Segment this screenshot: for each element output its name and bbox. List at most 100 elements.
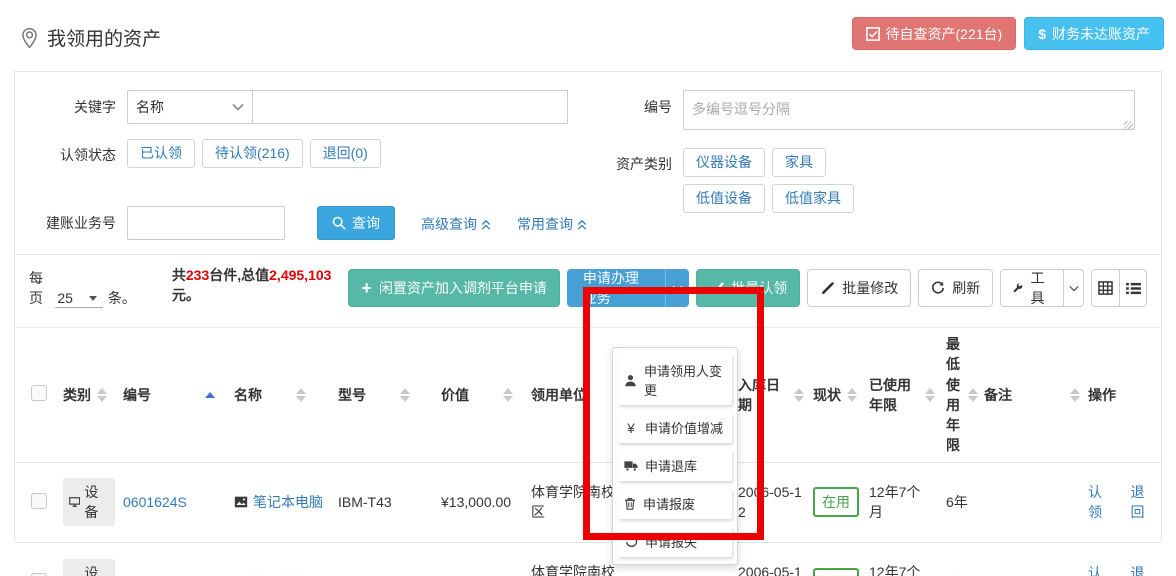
return-action-link[interactable]: 退回 — [1131, 482, 1158, 522]
wrench-icon — [1012, 281, 1023, 296]
claim-action-link[interactable]: 认领 — [1088, 563, 1115, 576]
header-value: 价值 — [441, 385, 469, 405]
status-badge: 在用 — [813, 487, 859, 517]
list-icon — [1126, 282, 1141, 295]
truck-icon — [624, 460, 638, 472]
asset-min-years: 6年 — [946, 494, 968, 510]
total-summary: 共233台件,总值2,495,103元。 — [172, 265, 349, 305]
sort-value[interactable] — [503, 388, 513, 402]
caret-down-icon — [89, 296, 97, 301]
chevron-down-icon — [1069, 285, 1079, 292]
batch-claim-label: 批量认领 — [731, 278, 787, 298]
per-page-select[interactable]: 25 — [55, 290, 103, 308]
header-used-years: 已使用年限 — [869, 375, 919, 416]
dollar-icon: $ — [1038, 26, 1046, 42]
idle-asset-apply-button[interactable]: + 闲置资产加入调剂平台申请 — [348, 269, 560, 307]
user-icon — [624, 374, 637, 387]
menu-item-value-change[interactable]: ¥ 申请价值增减 — [618, 412, 732, 443]
table-header-row: 类别 编号 名称 型号 价值 领用单位 入库日期 现状 已使用年限 — [15, 328, 1161, 463]
resize-grip-icon[interactable] — [1124, 121, 1133, 130]
claim-status-pending-button[interactable]: 待认领(216) — [202, 139, 303, 168]
asset-code-link[interactable]: 0601624S — [123, 494, 187, 510]
refresh-label: 刷新 — [952, 278, 980, 298]
idle-asset-apply-label: 闲置资产加入调剂平台申请 — [379, 278, 547, 298]
keyword-field-select[interactable]: 名称 — [127, 90, 253, 124]
category-furniture-button[interactable]: 家具 — [772, 148, 826, 177]
keyword-input[interactable] — [252, 90, 568, 124]
menu-item-label: 申请领用人变更 — [644, 361, 726, 399]
sort-status[interactable] — [847, 388, 857, 402]
sort-note[interactable] — [1070, 388, 1080, 402]
sort-model[interactable] — [400, 388, 410, 402]
row-checkbox[interactable] — [31, 493, 47, 509]
asset-unit: 体育学院南校区 — [531, 562, 617, 576]
account-no-input[interactable] — [127, 206, 285, 240]
table-row: 设备 0601624S 笔记本电脑 IBM-T43 ¥13,000.00 体育学… — [15, 462, 1161, 542]
select-all-checkbox[interactable] — [31, 385, 47, 401]
keyword-label: 关键字 — [15, 90, 127, 117]
grid-icon — [1098, 281, 1113, 295]
finance-unmatched-label: 财务未达账资产 — [1052, 24, 1150, 44]
sort-code-active[interactable] — [205, 392, 215, 398]
sort-name[interactable] — [296, 388, 306, 402]
tools-button[interactable]: 工具 — [1001, 270, 1062, 306]
advanced-query-link[interactable]: 高级查询 — [421, 206, 491, 234]
category-lowvalue-furniture-button[interactable]: 低值家具 — [772, 184, 854, 213]
asset-model: IBM-T43 — [338, 494, 392, 510]
number-textarea[interactable] — [683, 90, 1135, 130]
list-view-button[interactable] — [1119, 270, 1146, 306]
page-title-text: 我领用的资产 — [47, 24, 161, 51]
menu-item-scrap[interactable]: 申请报废 — [618, 488, 732, 519]
double-chevron-up-icon — [577, 219, 587, 230]
assets-table: 类别 编号 名称 型号 价值 领用单位 入库日期 现状 已使用年限 — [15, 327, 1161, 576]
self-check-assets-button[interactable]: 待自查资产(221台) — [852, 17, 1017, 50]
header-unit: 领用单位 — [531, 385, 587, 405]
sort-date[interactable] — [794, 388, 804, 402]
tools-split-button: 工具 — [1000, 269, 1084, 307]
menu-item-label: 申请价值增减 — [645, 418, 723, 437]
sort-used-years[interactable] — [925, 388, 935, 402]
finance-unmatched-button[interactable]: $ 财务未达账资产 — [1024, 17, 1164, 50]
location-pin-icon — [22, 28, 37, 48]
claim-status-returned-button[interactable]: 退回(0) — [310, 139, 381, 168]
apply-business-button[interactable]: 申请办理业务 — [567, 269, 665, 307]
check-icon — [709, 282, 724, 294]
apply-business-caret-button[interactable] — [665, 269, 689, 307]
number-label: 编号 — [611, 90, 683, 117]
search-button[interactable]: 查询 — [317, 206, 395, 240]
return-action-link[interactable]: 退回 — [1131, 563, 1158, 576]
menu-item-report-loss[interactable]: 申请报失 — [618, 526, 732, 557]
common-query-link[interactable]: 常用查询 — [517, 206, 587, 234]
category-lowvalue-device-button[interactable]: 低值设备 — [683, 184, 765, 213]
header-actions: 操作 — [1088, 387, 1116, 403]
header-model: 型号 — [338, 385, 366, 405]
category-badge: 设备 — [63, 559, 115, 576]
per-page-value: 25 — [57, 290, 73, 306]
menu-item-change-user[interactable]: 申请领用人变更 — [618, 355, 732, 405]
menu-item-return-stock[interactable]: 申请退库 — [618, 450, 732, 481]
asset-name-link[interactable]: 笔记本电脑 — [253, 573, 323, 576]
double-chevron-up-icon — [481, 219, 491, 230]
apply-business-split-button: 申请办理业务 — [567, 269, 689, 307]
grid-view-button[interactable] — [1092, 270, 1119, 306]
claim-status-claimed-button[interactable]: 已认领 — [127, 139, 195, 168]
header-min-years: 最低使用年限 — [946, 334, 962, 456]
claim-action-link[interactable]: 认领 — [1088, 482, 1115, 522]
common-query-label: 常用查询 — [517, 214, 573, 234]
category-instrument-button[interactable]: 仪器设备 — [683, 148, 765, 177]
refresh-button[interactable]: 刷新 — [918, 269, 993, 307]
sort-min-years[interactable] — [968, 388, 978, 402]
tools-caret-button[interactable] — [1063, 270, 1084, 306]
category-text: 设备 — [84, 482, 107, 522]
summary-suffix: 元。 — [172, 287, 200, 303]
summary-total: 2,495,103 — [269, 267, 331, 283]
asset-date: 2006-05-12 — [738, 482, 804, 523]
sort-category[interactable] — [97, 388, 107, 402]
batch-edit-button[interactable]: 批量修改 — [807, 269, 911, 307]
search-icon — [332, 216, 346, 230]
asset-name-link[interactable]: 笔记本电脑 — [253, 492, 323, 512]
search-button-label: 查询 — [352, 213, 380, 233]
batch-claim-button[interactable]: 批量认领 — [696, 269, 800, 307]
per-page-prefix: 每页 — [29, 268, 50, 308]
status-badge: 在用 — [813, 568, 859, 576]
